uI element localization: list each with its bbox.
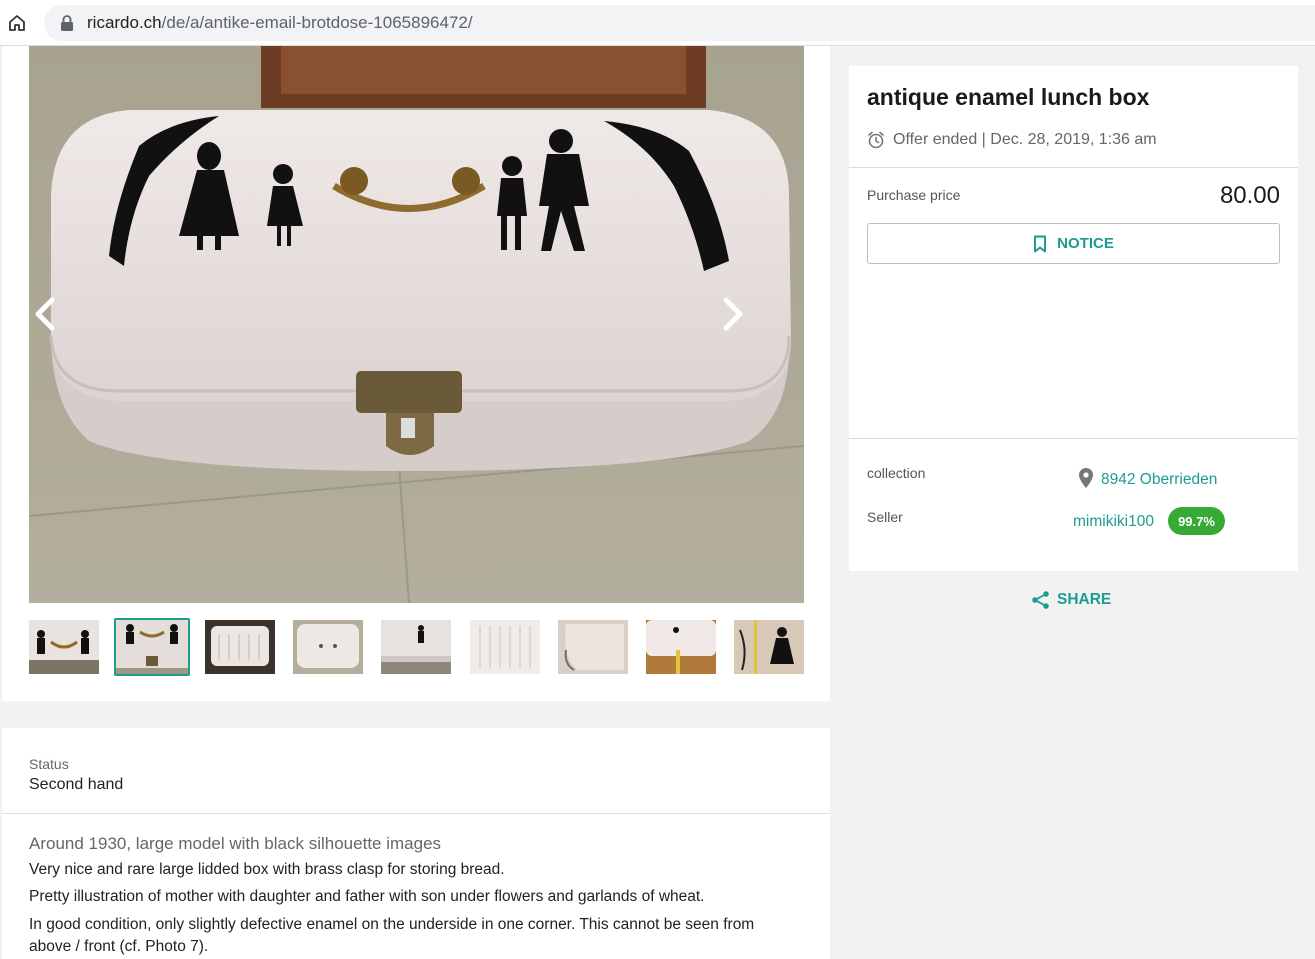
divider xyxy=(849,167,1298,168)
description-line: In good condition, only slightly defecti… xyxy=(29,916,755,955)
url-host: ricardo.ch xyxy=(87,13,162,32)
listing-info-card: antique enamel lunch box Offer ended | D… xyxy=(849,66,1298,571)
bookmark-icon xyxy=(1034,235,1047,252)
thumbnail-8[interactable] xyxy=(646,620,716,674)
details-card: Status Second hand Around 1930, large mo… xyxy=(2,728,830,959)
thumbnail-9[interactable] xyxy=(734,620,804,674)
thumbnail-7[interactable] xyxy=(558,620,628,674)
thumbnail-4[interactable] xyxy=(293,620,363,674)
notice-label: NOTICE xyxy=(1057,235,1114,252)
item-title: antique enamel lunch box xyxy=(867,84,1150,110)
url-path: /de/a/antike-email-brotdose-1065896472/ xyxy=(161,13,473,32)
thumbnail-1[interactable] xyxy=(29,620,99,674)
share-button[interactable]: SHARE xyxy=(1031,590,1111,610)
lock-icon xyxy=(61,15,73,31)
collection-label: collection xyxy=(867,465,926,481)
seller-link[interactable]: mimikiki100 xyxy=(1073,513,1154,531)
main-photo[interactable] xyxy=(29,46,804,603)
location-link[interactable]: 8942 Oberrieden xyxy=(1101,471,1217,489)
offer-ended-text: Offer ended | Dec. 28, 2019, 1:36 am xyxy=(893,131,1157,148)
price-label: Purchase price xyxy=(867,187,961,203)
divider xyxy=(2,813,830,814)
alarm-clock-icon xyxy=(868,131,884,149)
thumbnail-2[interactable] xyxy=(114,618,190,676)
thumbnail-5[interactable] xyxy=(381,620,451,674)
status-label: Status xyxy=(29,756,69,772)
thumbnail-6[interactable] xyxy=(470,620,540,674)
url-field[interactable]: ricardo.ch/de/a/antike-email-brotdose-10… xyxy=(44,5,1315,41)
description-line: Pretty illustration of mother with daugh… xyxy=(29,888,705,905)
lunch-box-photo xyxy=(29,46,804,603)
chevron-right-icon[interactable] xyxy=(718,294,748,334)
description-title: Around 1930, large model with black silh… xyxy=(29,834,442,853)
description-line: Very nice and rare large lidded box with… xyxy=(29,861,505,878)
status-value: Second hand xyxy=(29,776,124,793)
map-pin-icon xyxy=(1079,468,1093,488)
gallery-card xyxy=(2,46,830,701)
browser-address-bar: ricardo.ch/de/a/antike-email-brotdose-10… xyxy=(0,0,1315,46)
chevron-left-icon[interactable] xyxy=(30,294,60,334)
price-value: 80.00 xyxy=(1219,182,1280,209)
thumbnail-3[interactable] xyxy=(205,620,275,674)
seller-rating-badge: 99.7% xyxy=(1168,507,1225,535)
share-icon xyxy=(1032,591,1049,609)
home-icon[interactable] xyxy=(6,12,28,34)
offer-ended-row: Offer ended | Dec. 28, 2019, 1:36 am xyxy=(867,130,1157,150)
divider xyxy=(849,438,1298,439)
url-text: ricardo.ch/de/a/antike-email-brotdose-10… xyxy=(87,13,473,33)
notice-button[interactable]: NOTICE xyxy=(867,223,1280,264)
thumbnail-strip xyxy=(29,618,804,676)
seller-label: Seller xyxy=(867,509,903,525)
share-label: SHARE xyxy=(1057,591,1112,608)
